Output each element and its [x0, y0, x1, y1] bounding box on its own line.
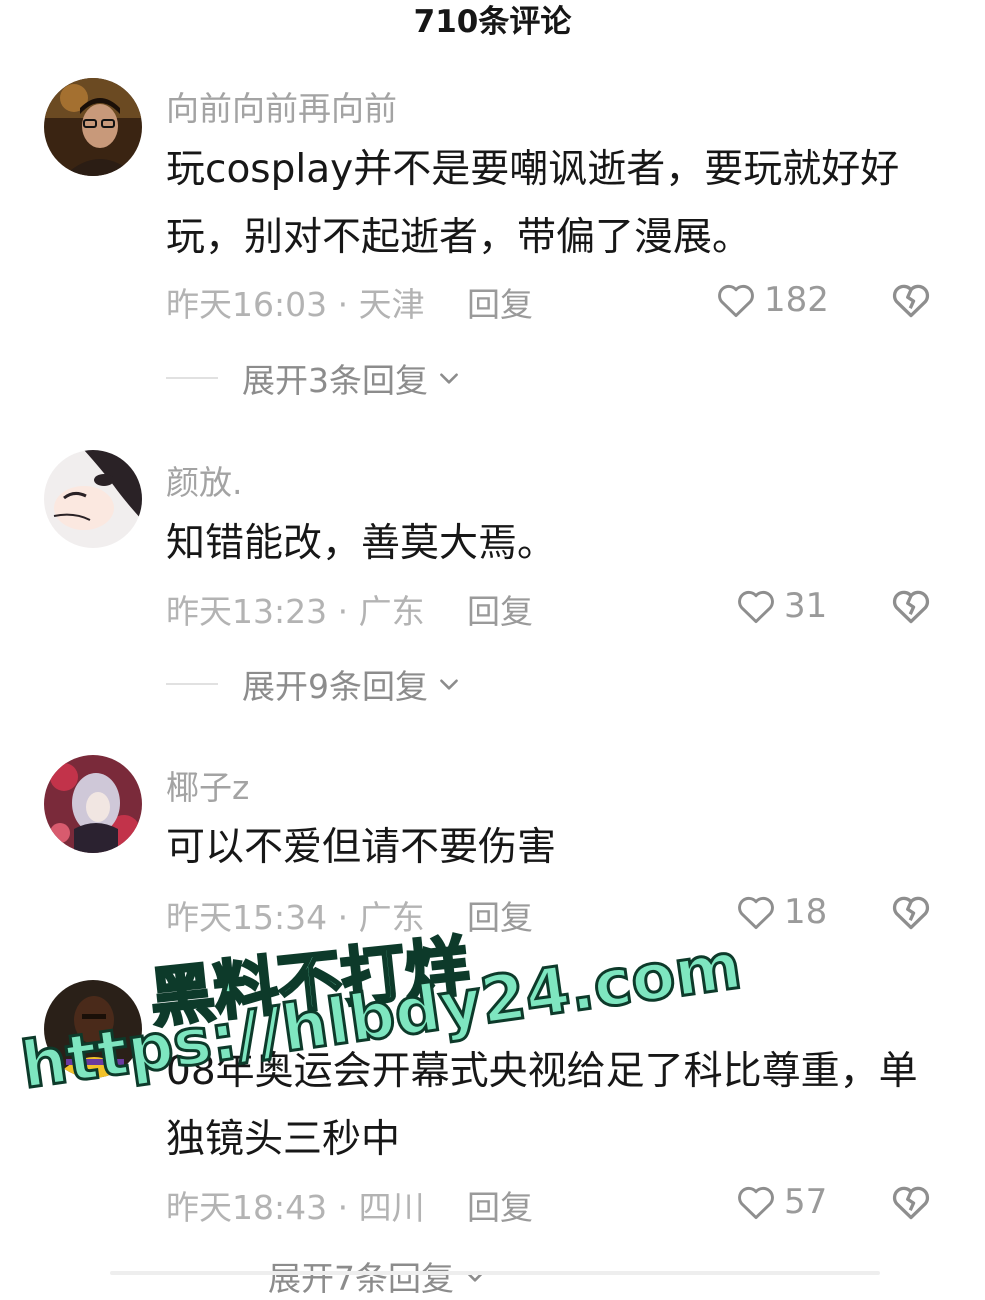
divider — [166, 377, 218, 379]
like-button[interactable]: 57 — [734, 1180, 827, 1224]
expand-replies-button[interactable]: 展开9条回复 — [166, 662, 462, 706]
broken-heart-icon[interactable] — [888, 278, 934, 322]
heart-outline-icon — [738, 1186, 774, 1220]
comment-text: 知错能改，善莫大焉。 — [166, 521, 557, 566]
comment-username[interactable]: 向前向前再向前 — [166, 82, 397, 130]
reply-button[interactable]: 回复 — [467, 891, 533, 939]
reply-button[interactable]: 回复 — [467, 1181, 533, 1229]
expand-replies-button[interactable]: 展开7条回复 — [166, 1254, 488, 1298]
avatar[interactable] — [44, 78, 142, 176]
comment-timestamp-location: 昨天13:23 · 广东 — [166, 592, 425, 631]
bottom-divider — [110, 1271, 880, 1275]
reply-button[interactable]: 回复 — [467, 278, 533, 326]
like-button[interactable]: 31 — [734, 584, 827, 628]
like-count: 18 — [784, 892, 828, 932]
like-button[interactable]: 18 — [734, 890, 827, 934]
comment-text: 玩cosplay并不是要嘲讽逝者，要玩就好好玩，别对不起逝者，带偏了漫展。 — [166, 147, 900, 260]
broken-heart-icon[interactable] — [888, 890, 934, 934]
comments-count-title: 710条评论 — [413, 4, 572, 40]
divider — [166, 1275, 218, 1277]
expand-replies-label: 展开9条回复 — [242, 667, 428, 706]
heart-outline-icon — [718, 284, 754, 318]
expand-replies-button[interactable]: 展开3条回复 — [166, 356, 462, 400]
expand-replies-label: 展开7条回复 — [268, 1259, 454, 1298]
chevron-down-icon — [466, 1271, 484, 1282]
heart-outline-icon — [738, 590, 774, 624]
comment-username[interactable]: 颜放. — [166, 456, 243, 504]
like-button[interactable]: 182 — [714, 278, 829, 322]
avatar[interactable] — [44, 450, 142, 548]
heart-outline-icon — [738, 896, 774, 930]
chevron-down-icon — [440, 373, 458, 384]
avatar[interactable] — [44, 755, 142, 853]
comment-username[interactable]: 椰子z — [166, 761, 249, 809]
broken-heart-icon[interactable] — [888, 584, 934, 628]
like-count: 31 — [784, 586, 828, 626]
expand-replies-label: 展开3条回复 — [242, 361, 428, 400]
chevron-down-icon — [440, 679, 458, 690]
divider — [166, 683, 218, 685]
like-count: 182 — [764, 280, 829, 320]
like-count: 57 — [784, 1182, 828, 1222]
comment-text: 可以不爱但请不要伤害 — [166, 825, 557, 870]
comment-timestamp-location: 昨天16:03 · 天津 — [166, 285, 425, 324]
comment-timestamp-location: 昨天18:43 · 四川 — [166, 1188, 425, 1227]
broken-heart-icon[interactable] — [888, 1180, 934, 1224]
reply-button[interactable]: 回复 — [467, 585, 533, 633]
